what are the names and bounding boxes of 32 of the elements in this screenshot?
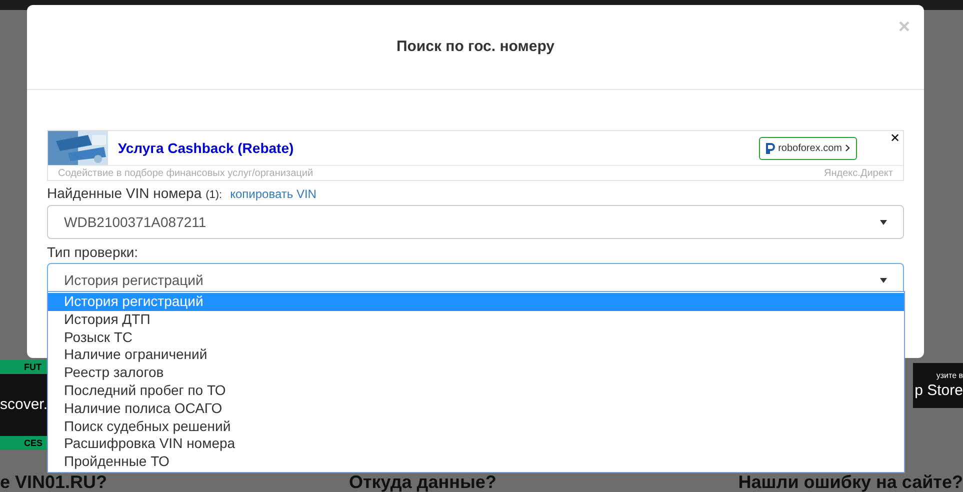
dropdown-option[interactable]: Расшифровка VIN номера	[48, 435, 904, 454]
banner-text: scover.	[0, 395, 49, 415]
dropdown-option[interactable]: Наличие ограничений	[48, 346, 904, 364]
select-field[interactable]: WDB2100371A087211	[47, 205, 904, 239]
ad-close-button[interactable]: ✕	[890, 132, 900, 144]
ad-title-link[interactable]: Услуга Cashback (Rebate)	[118, 141, 294, 155]
banner-text: p Store	[914, 380, 963, 400]
logo-icon	[766, 142, 776, 154]
dropdown-option[interactable]: Поиск судебных решений	[48, 418, 904, 436]
ad-domain-button[interactable]: roboforex.com	[759, 136, 857, 160]
caret-icon	[880, 278, 887, 282]
modal-title: Поиск по гос. номеру	[396, 36, 555, 57]
ad-description: Содействие в подборе финансовых услуг/организаций	[58, 167, 314, 181]
caret-icon	[880, 220, 887, 224]
dropdown-option[interactable]: Реестр залогов	[48, 364, 904, 382]
ad-source: Яндекс.Директ	[824, 167, 893, 181]
field-label: Тип проверки:	[47, 243, 140, 262]
dropdown-option[interactable]: Пройденные ТО	[48, 453, 904, 471]
dropdown-option[interactable]: Розыск ТС	[48, 328, 904, 346]
banner-text: CES	[0, 436, 50, 450]
copy-vin-link[interactable]: копировать VIN	[230, 185, 316, 203]
dropdown-option[interactable]: Последний пробег по ТО	[48, 382, 904, 400]
section-heading: Откуда данные?	[348, 472, 496, 492]
chevron-icon	[845, 144, 850, 152]
field-label: Найденные VIN номера	[47, 184, 202, 203]
banner-text: FUT	[0, 360, 50, 374]
section-heading: Нашли ошибку на сайте?	[738, 472, 963, 492]
banner-text: узите в	[936, 370, 963, 380]
dropdown-option[interactable]: История ДТП	[48, 310, 904, 329]
section-heading: е VIN01.RU?	[0, 472, 108, 492]
dropdown-option[interactable]: Наличие полиса ОСАГО	[48, 400, 904, 418]
vin-count: (1):	[206, 188, 222, 203]
